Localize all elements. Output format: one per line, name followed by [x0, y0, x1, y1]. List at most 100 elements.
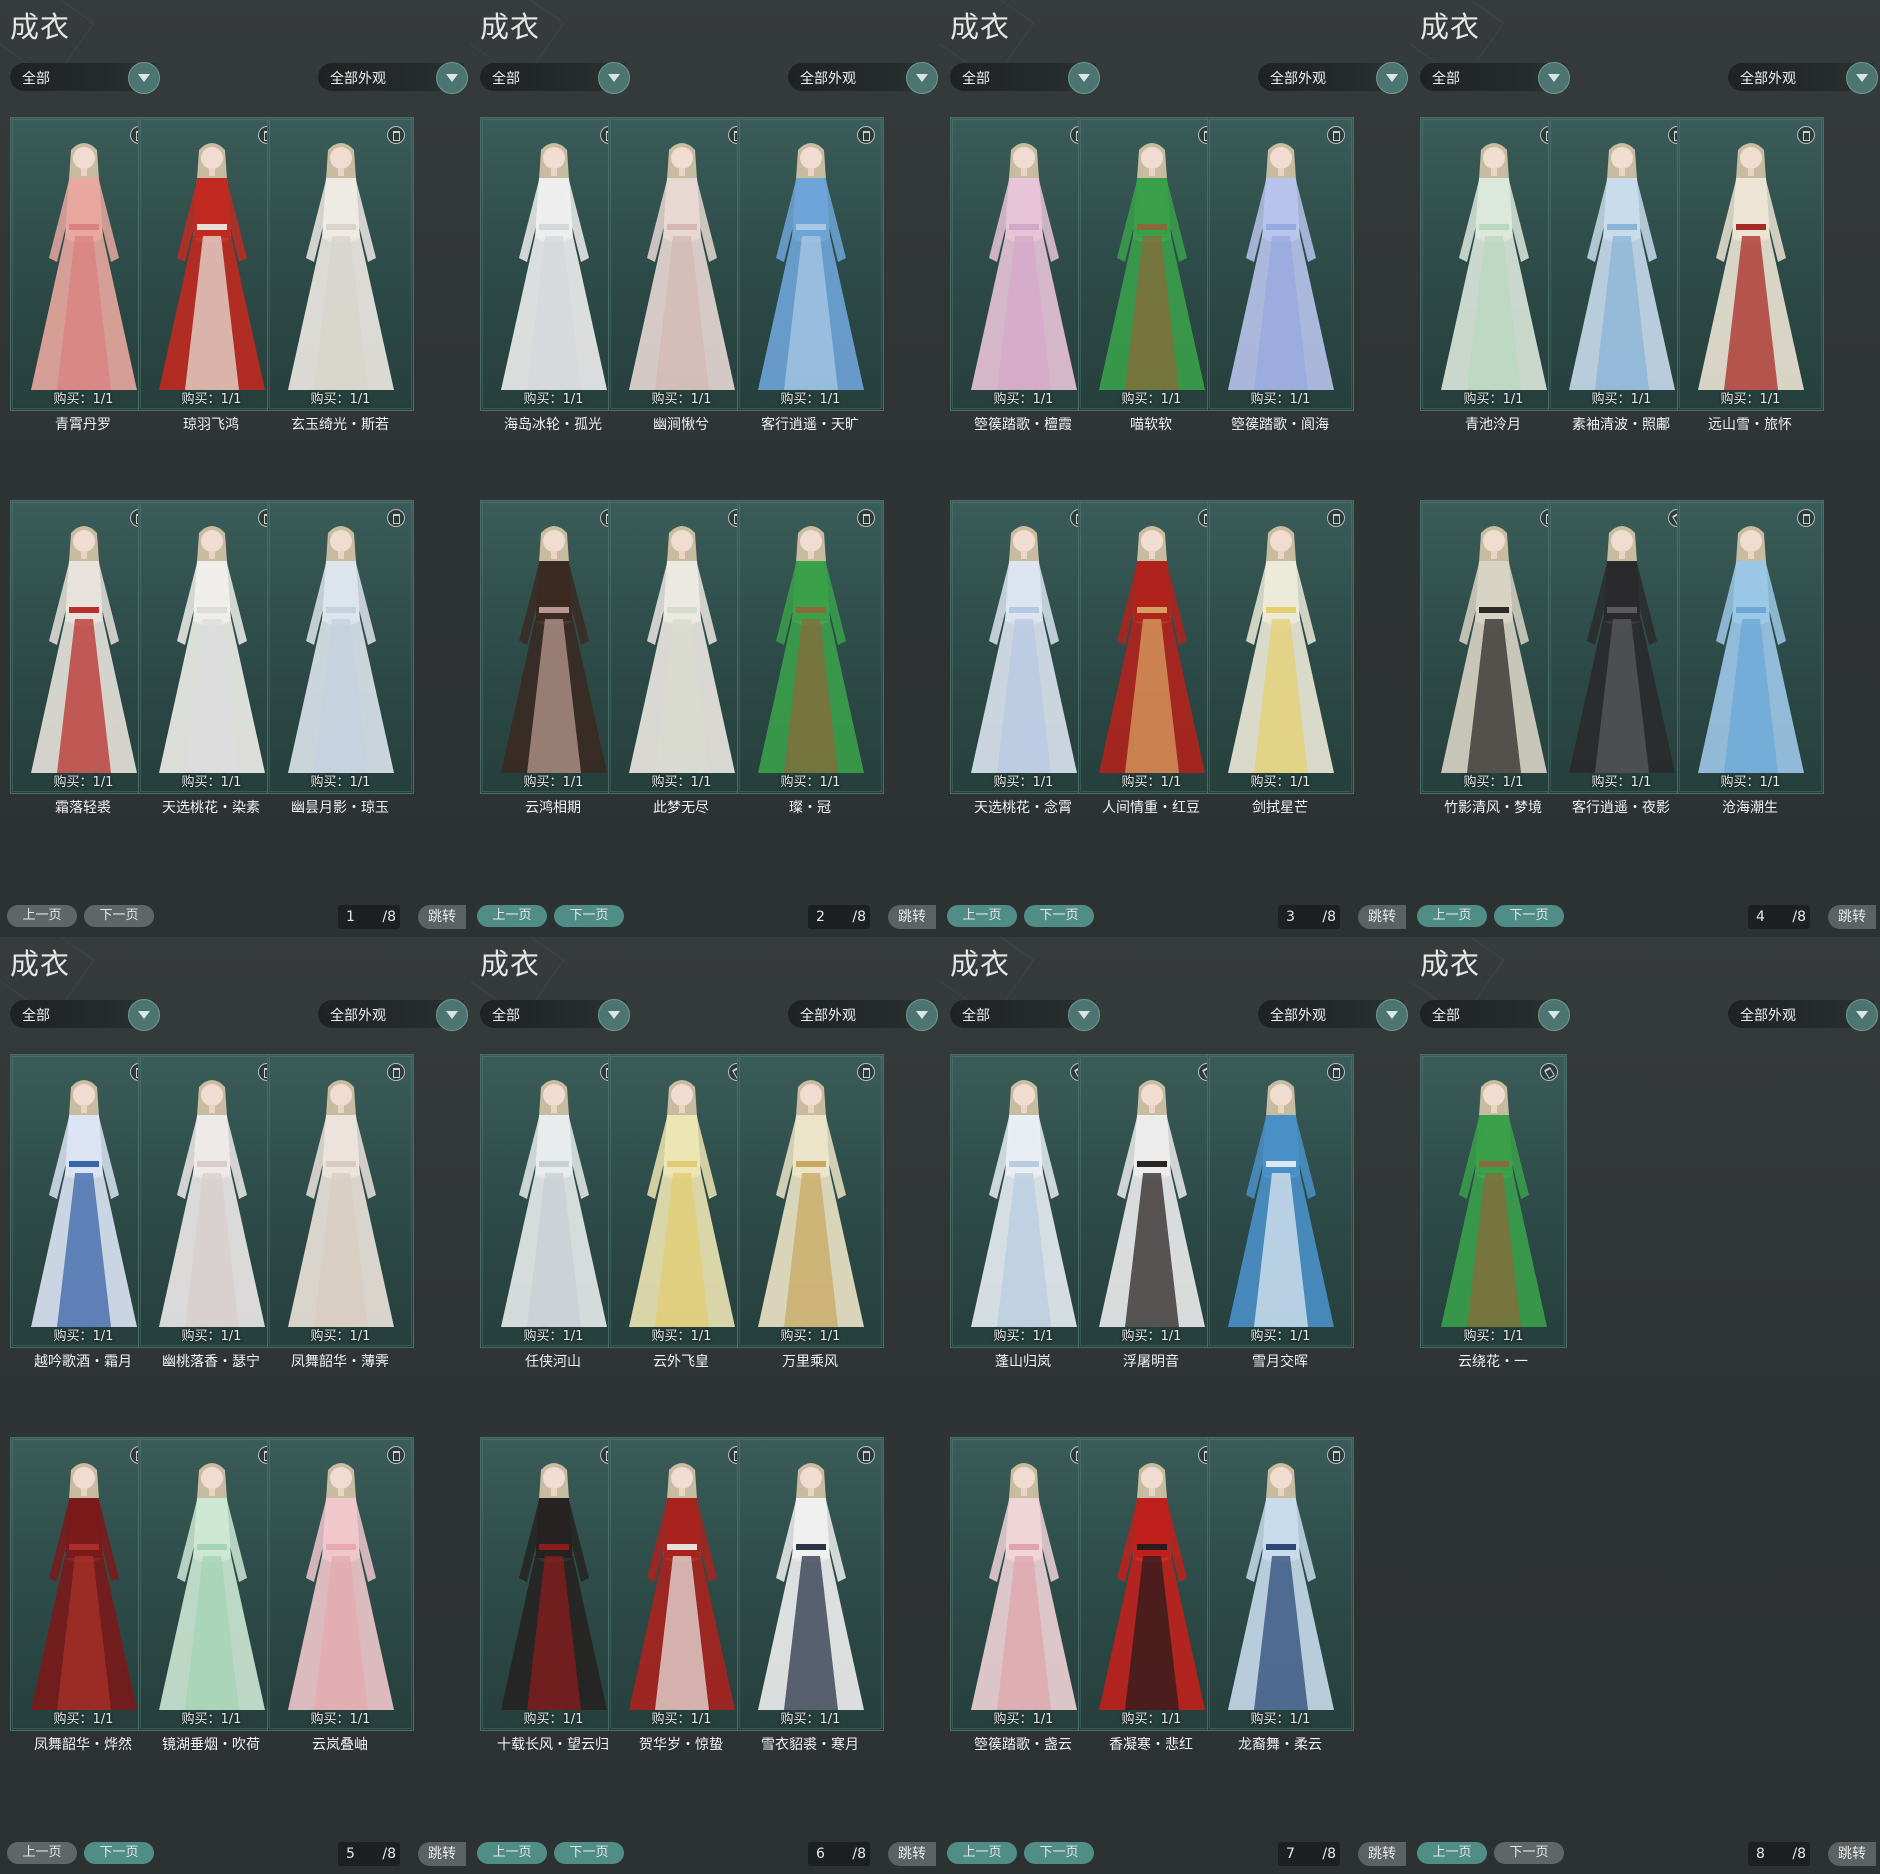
jump-button[interactable]: 跳转 [1828, 1842, 1876, 1866]
chevron-down-icon[interactable] [1846, 62, 1878, 94]
outfit-card[interactable]: 购买：1/1 [10, 500, 157, 794]
appearance-filter-dropdown[interactable]: 全部外观 [318, 62, 468, 94]
chevron-down-icon[interactable] [436, 999, 468, 1031]
prev-page-button[interactable]: 上一页 [7, 905, 77, 927]
chevron-down-icon[interactable] [598, 999, 630, 1031]
chevron-down-icon[interactable] [1538, 62, 1570, 94]
outfit-card[interactable]: 购买：1/1 [10, 1437, 157, 1731]
lock-icon[interactable] [387, 1063, 405, 1081]
prev-page-button[interactable]: 上一页 [947, 905, 1017, 927]
page-number-input[interactable]: 8/8 [1748, 1842, 1810, 1866]
jump-button[interactable]: 跳转 [1828, 905, 1876, 929]
outfit-card[interactable]: 购买：1/1 [608, 1054, 755, 1348]
outfit-card[interactable]: 购买：1/1 [950, 500, 1097, 794]
type-filter-dropdown[interactable]: 全部 [480, 62, 630, 94]
outfit-card[interactable]: 购买：1/1 [950, 1054, 1097, 1348]
appearance-filter-dropdown[interactable]: 全部外观 [1258, 999, 1408, 1031]
chevron-down-icon[interactable] [1538, 999, 1570, 1031]
page-number-input[interactable]: 1/8 [338, 905, 400, 929]
lock-icon[interactable] [1327, 1063, 1345, 1081]
next-page-button[interactable]: 下一页 [1494, 1842, 1564, 1864]
page-number-input[interactable]: 6/8 [808, 1842, 870, 1866]
lock-icon[interactable] [1327, 126, 1345, 144]
jump-button[interactable]: 跳转 [1358, 1842, 1406, 1866]
jump-button[interactable]: 跳转 [418, 1842, 466, 1866]
outfit-card[interactable]: 购买：1/1 [267, 1437, 414, 1731]
appearance-filter-dropdown[interactable]: 全部外观 [1728, 999, 1878, 1031]
lock-icon[interactable] [857, 509, 875, 527]
outfit-card[interactable]: 购买：1/1 [138, 1437, 285, 1731]
lock-icon[interactable] [857, 1446, 875, 1464]
jump-button[interactable]: 跳转 [888, 1842, 936, 1866]
chevron-down-icon[interactable] [1068, 62, 1100, 94]
outfit-card[interactable]: 购买：1/1 [1207, 117, 1354, 411]
chevron-down-icon[interactable] [128, 62, 160, 94]
chevron-down-icon[interactable] [128, 999, 160, 1031]
jump-button[interactable]: 跳转 [1358, 905, 1406, 929]
outfit-card[interactable]: 购买：1/1 [267, 1054, 414, 1348]
type-filter-dropdown[interactable]: 全部 [1420, 62, 1570, 94]
chevron-down-icon[interactable] [436, 62, 468, 94]
next-page-button[interactable]: 下一页 [1024, 1842, 1094, 1864]
prev-page-button[interactable]: 上一页 [477, 905, 547, 927]
prev-page-button[interactable]: 上一页 [7, 1842, 77, 1864]
outfit-card[interactable]: 购买：1/1 [1677, 500, 1824, 794]
outfit-card[interactable]: 购买：1/1 [138, 117, 285, 411]
page-number-input[interactable]: 7/8 [1278, 1842, 1340, 1866]
appearance-filter-dropdown[interactable]: 全部外观 [788, 62, 938, 94]
appearance-filter-dropdown[interactable]: 全部外观 [318, 999, 468, 1031]
outfit-card[interactable]: 购买：1/1 [1207, 1437, 1354, 1731]
prev-page-button[interactable]: 上一页 [477, 1842, 547, 1864]
page-number-input[interactable]: 2/8 [808, 905, 870, 929]
prev-page-button[interactable]: 上一页 [1417, 1842, 1487, 1864]
outfit-card[interactable]: 购买：1/1 [1420, 117, 1567, 411]
outfit-card[interactable]: 购买：1/1 [1420, 1054, 1567, 1348]
outfit-card[interactable]: 购买：1/1 [10, 117, 157, 411]
lock-icon[interactable] [857, 126, 875, 144]
outfit-card[interactable]: 购买：1/1 [1207, 500, 1354, 794]
outfit-card[interactable]: 购买：1/1 [1548, 117, 1695, 411]
lock-icon[interactable] [1327, 509, 1345, 527]
chevron-down-icon[interactable] [1068, 999, 1100, 1031]
outfit-card[interactable]: 购买：1/1 [1078, 500, 1225, 794]
outfit-card[interactable]: 购买：1/1 [1548, 500, 1695, 794]
chevron-down-icon[interactable] [906, 62, 938, 94]
type-filter-dropdown[interactable]: 全部 [480, 999, 630, 1031]
outfit-card[interactable]: 购买：1/1 [138, 1054, 285, 1348]
lock-icon[interactable] [1797, 126, 1815, 144]
outfit-card[interactable]: 购买：1/1 [480, 1054, 627, 1348]
lock-icon[interactable] [857, 1063, 875, 1081]
outfit-card[interactable]: 购买：1/1 [480, 1437, 627, 1731]
outfit-card[interactable]: 购买：1/1 [608, 500, 755, 794]
next-page-button[interactable]: 下一页 [84, 1842, 154, 1864]
chevron-down-icon[interactable] [1376, 62, 1408, 94]
type-filter-dropdown[interactable]: 全部 [950, 999, 1100, 1031]
outfit-card[interactable]: 购买：1/1 [1677, 117, 1824, 411]
lock-icon[interactable] [387, 509, 405, 527]
appearance-filter-dropdown[interactable]: 全部外观 [788, 999, 938, 1031]
outfit-card[interactable]: 购买：1/1 [737, 1054, 884, 1348]
next-page-button[interactable]: 下一页 [84, 905, 154, 927]
lock-icon[interactable] [387, 126, 405, 144]
outfit-card[interactable]: 购买：1/1 [608, 1437, 755, 1731]
outfit-card[interactable]: 购买：1/1 [10, 1054, 157, 1348]
next-page-button[interactable]: 下一页 [1494, 905, 1564, 927]
outfit-card[interactable]: 购买：1/1 [1207, 1054, 1354, 1348]
outfit-card[interactable]: 购买：1/1 [1078, 1054, 1225, 1348]
prev-page-button[interactable]: 上一页 [1417, 905, 1487, 927]
outfit-card[interactable]: 购买：1/1 [1078, 117, 1225, 411]
jump-button[interactable]: 跳转 [888, 905, 936, 929]
type-filter-dropdown[interactable]: 全部 [10, 62, 160, 94]
prev-page-button[interactable]: 上一页 [947, 1842, 1017, 1864]
outfit-card[interactable]: 购买：1/1 [480, 500, 627, 794]
outfit-card[interactable]: 购买：1/1 [737, 500, 884, 794]
page-number-input[interactable]: 5/8 [338, 1842, 400, 1866]
outfit-card[interactable]: 购买：1/1 [950, 1437, 1097, 1731]
next-page-button[interactable]: 下一页 [554, 905, 624, 927]
next-page-button[interactable]: 下一页 [554, 1842, 624, 1864]
outfit-card[interactable]: 购买：1/1 [267, 500, 414, 794]
lock-icon[interactable] [1327, 1446, 1345, 1464]
appearance-filter-dropdown[interactable]: 全部外观 [1728, 62, 1878, 94]
outfit-card[interactable]: 购买：1/1 [138, 500, 285, 794]
lock-icon[interactable] [1797, 509, 1815, 527]
